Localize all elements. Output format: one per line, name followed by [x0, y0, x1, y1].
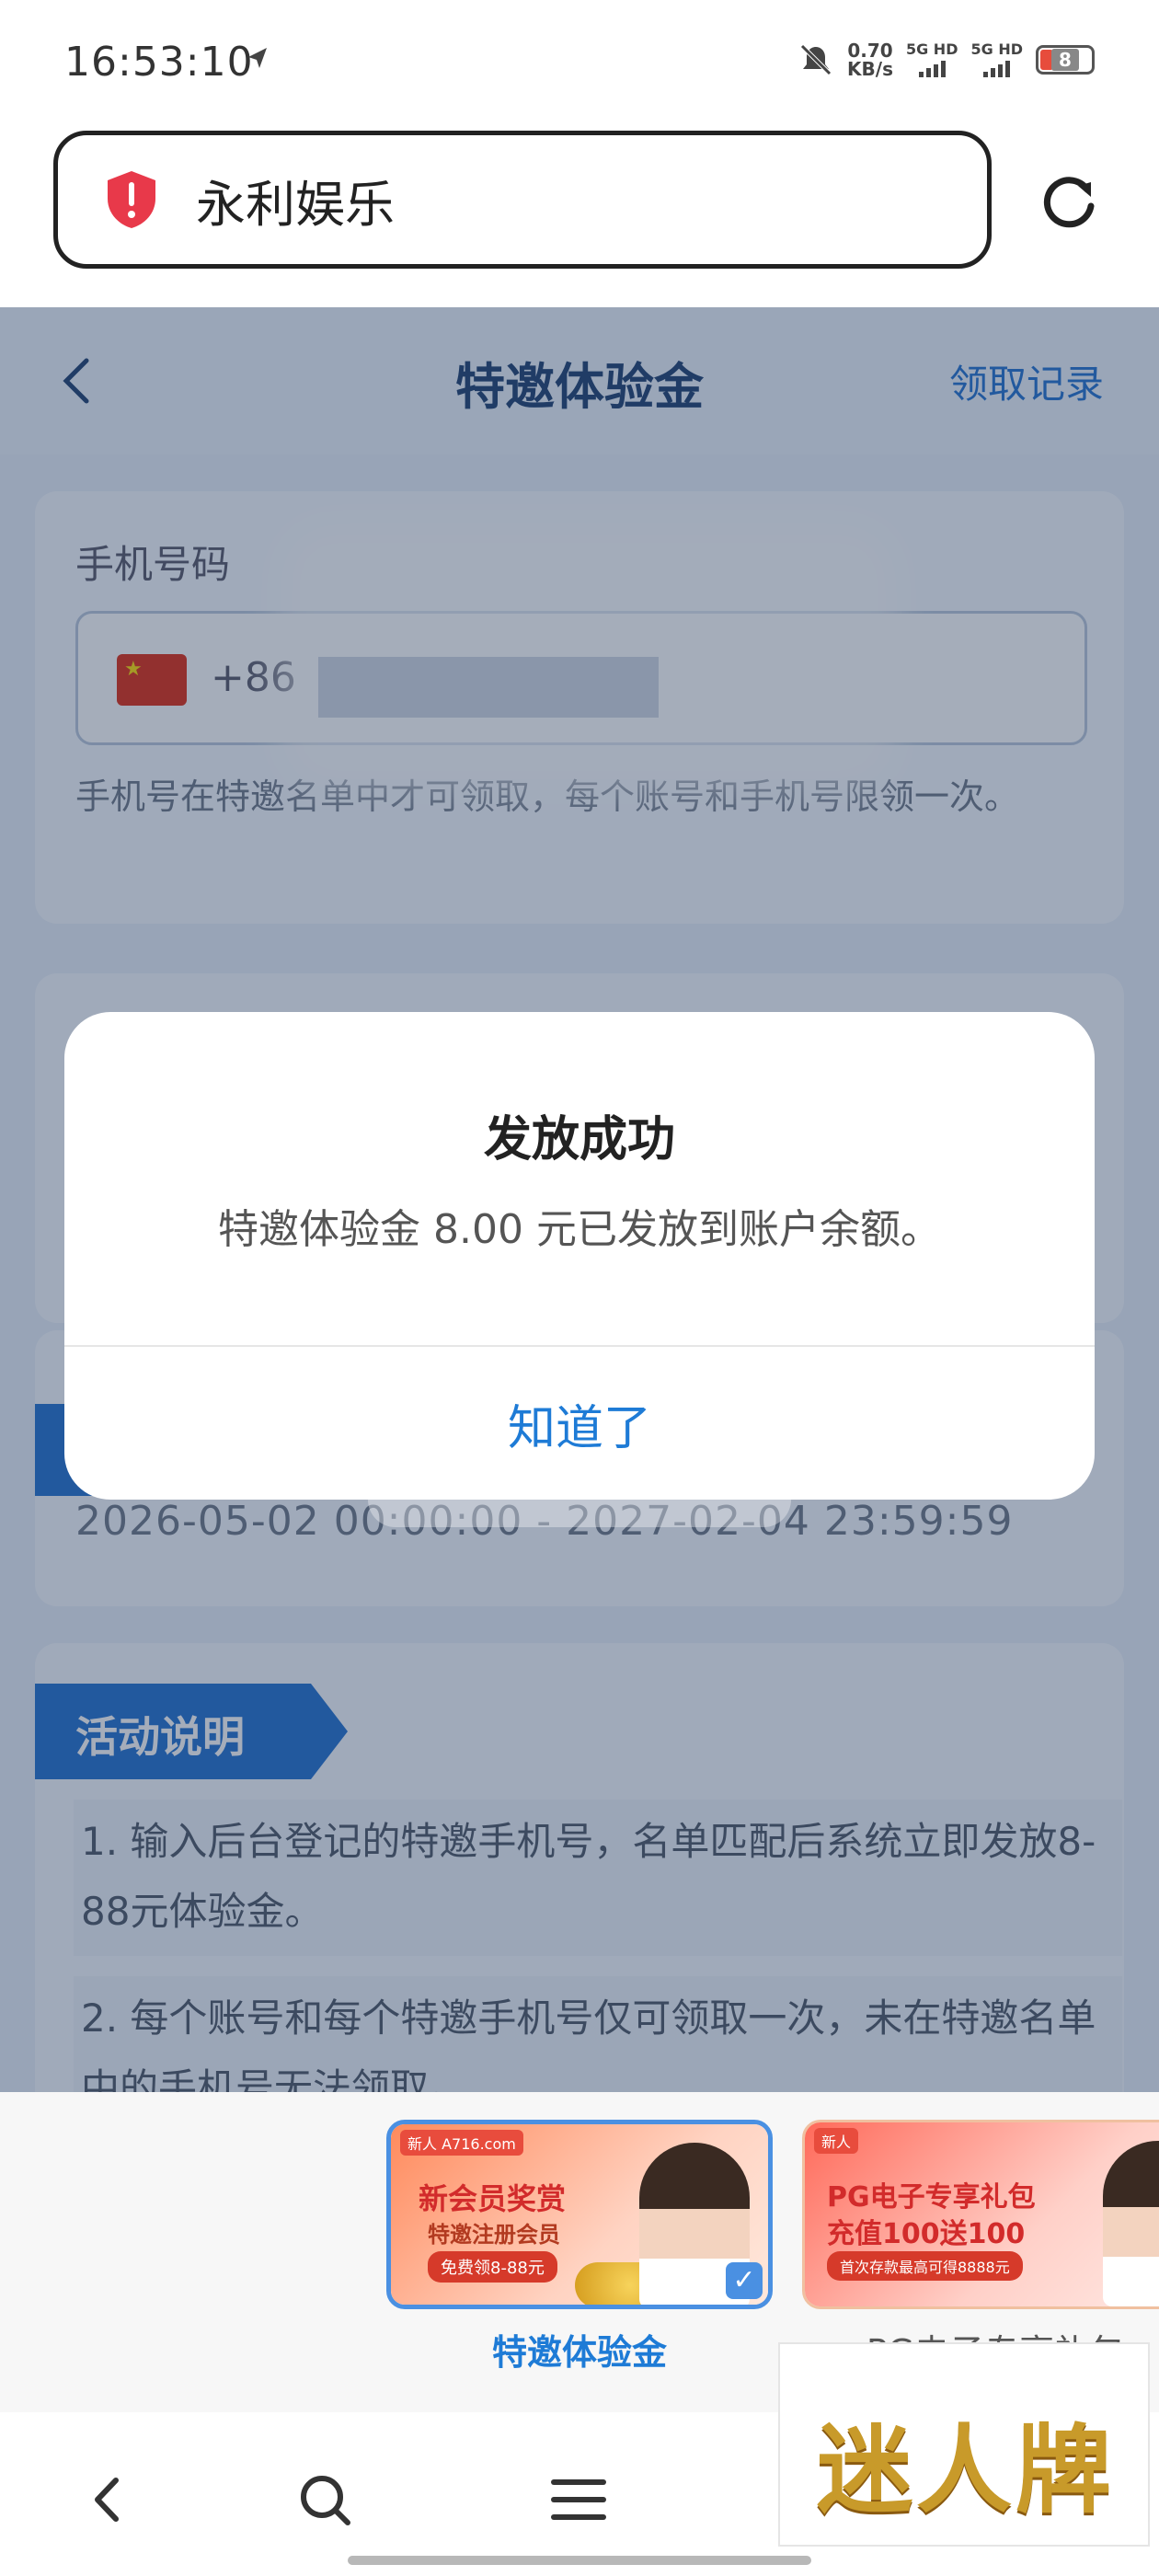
screen: 16:53:10 0.70 KB/s 5G HD 5G HD 8 永利娱乐 特邀… [0, 0, 1159, 2576]
banner-pill: 免费领8-88元 [428, 2251, 557, 2283]
reload-icon[interactable] [1038, 169, 1100, 232]
banner-tag: 新人 [814, 2128, 859, 2154]
sim2-label: 5G HD [970, 40, 1023, 58]
security-warning-shield-icon [108, 171, 155, 228]
watermark-logo: 迷人牌 [778, 2342, 1150, 2547]
mute-bell-icon [800, 44, 832, 75]
menu-icon[interactable] [546, 2467, 611, 2532]
banner-pill: 首次存款最高可得8888元 [827, 2251, 1023, 2281]
banner-label-1[interactable]: 特邀体验金 [386, 2324, 773, 2375]
dialog-ok-button[interactable]: 知道了 [64, 1347, 1095, 1500]
promo-banner-2[interactable]: 新人 PG电子专享礼包 充值100送100 首次存款最高可得8888元 [802, 2120, 1159, 2309]
search-icon[interactable] [293, 2467, 357, 2532]
sim1-label: 5G HD [905, 40, 958, 58]
speed-value: 0.70 [847, 40, 893, 62]
address-bar[interactable]: 永利娱乐 [53, 131, 992, 269]
dialog-title: 发放成功 [483, 1112, 675, 1167]
banner-sub: 充值100送100 [827, 2218, 1026, 2250]
signal-sim2: 5G HD [970, 42, 1023, 77]
address-text: 永利娱乐 [196, 175, 395, 234]
selected-check-icon: ✓ [726, 2262, 763, 2299]
signal-sim1: 5G HD [906, 42, 958, 77]
banner-tag: 新人 A716.com [400, 2130, 523, 2156]
banner-headline: 新会员奖赏 [419, 2181, 567, 2216]
back-icon[interactable] [75, 2467, 140, 2532]
success-dialog: 发放成功 特邀体验金 8.00 元已发放到账户余额。 知道了 [64, 1012, 1095, 1500]
speed-unit: KB/s [847, 58, 893, 80]
banner-sub: 特邀注册会员 [428, 2222, 560, 2248]
status-time: 16:53:10 [64, 39, 254, 86]
signal-bars-icon [983, 59, 1011, 77]
dialog-message: 特邀体验金 8.00 元已发放到账户余额。 [218, 1206, 941, 1253]
network-speed: 0.70 KB/s [847, 41, 893, 78]
signal-bars-icon [918, 59, 946, 77]
promo-banner-1[interactable]: 新人 A716.com 新会员奖赏 特邀注册会员 免费领8-88元 ✓ [386, 2120, 773, 2309]
home-indicator[interactable] [348, 2556, 811, 2565]
battery-level: 8 [1051, 49, 1079, 71]
status-bar: 16:53:10 0.70 KB/s 5G HD 5G HD 8 [0, 0, 1159, 125]
watermark-text: 迷人牌 [816, 2414, 1115, 2526]
banner-headline: PG电子专享礼包 [827, 2181, 1036, 2214]
model-image [1103, 2141, 1159, 2306]
navigation-arrow-icon [248, 48, 267, 68]
battery-icon: 8 [1036, 45, 1095, 75]
